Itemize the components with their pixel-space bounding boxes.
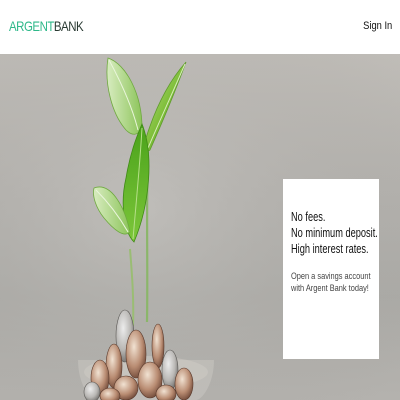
promo-card: No fees. No minimum deposit. High intere… <box>283 179 379 359</box>
logo-text-bank: BANK <box>53 18 84 34</box>
site-header: ARGENTBANK Sign In <box>0 0 400 54</box>
hero-banner: No fees. No minimum deposit. High intere… <box>0 54 400 400</box>
promo-headline-line-3: High interest rates. <box>291 242 369 256</box>
logo-text-argent: ARGENT <box>9 18 54 34</box>
page: ARGENTBANK Sign In No fees. No minimum d… <box>0 0 400 400</box>
promo-headline-line-1: No fees. <box>291 210 326 224</box>
argent-bank-logo[interactable]: ARGENTBANK <box>9 18 84 34</box>
promo-cta-text: Open a savings account with Argent Bank … <box>291 271 371 294</box>
promo-headline-line-2: No minimum deposit. <box>291 226 378 240</box>
sign-in-link[interactable]: Sign In <box>363 20 392 32</box>
